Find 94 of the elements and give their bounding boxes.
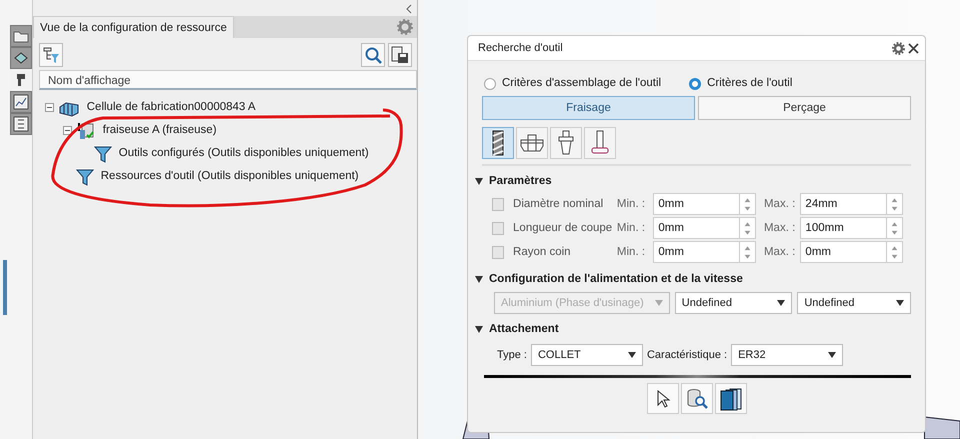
dropdown[interactable]: COLLET (530, 344, 643, 366)
tool-type-button[interactable] (516, 127, 548, 160)
database-search-button[interactable] (680, 383, 712, 414)
checkbox[interactable] (492, 198, 504, 211)
tool-type-button[interactable] (482, 127, 514, 160)
collapse-toggle[interactable] (475, 326, 483, 333)
tree-item[interactable]: Outils configurés (Outils disponibles uniquement) (118, 144, 369, 162)
field-label: Type : (497, 348, 527, 363)
max-label: Max. : (764, 196, 796, 212)
field-value: 24mm (805, 196, 838, 212)
caret-icon (777, 300, 786, 306)
radio-option[interactable]: Critères d'assemblage de l'outil (484, 75, 662, 92)
side-tab[interactable] (10, 47, 32, 69)
save-button[interactable] (388, 43, 412, 67)
min-label: Min. : (616, 196, 646, 212)
tab[interactable]: Fraisage (482, 96, 695, 120)
close-icon (908, 42, 919, 54)
field-value: 0mm (805, 244, 831, 260)
caret-icon (475, 276, 483, 283)
selection-marker (3, 260, 7, 315)
tree-item[interactable]: Cellule de fabrication00000843 A (86, 98, 256, 116)
part-icon (13, 50, 29, 66)
settings-icon (892, 42, 906, 54)
caret-icon (628, 352, 636, 358)
tool-holder-icon (557, 130, 575, 156)
dialog-title: Recherche d'outil (478, 40, 563, 56)
tool-type-button[interactable] (550, 127, 582, 160)
max-label: Max. : (764, 244, 796, 260)
dropdown[interactable]: Undefined (797, 292, 911, 314)
spin-field[interactable]: 0mm (653, 217, 756, 240)
spin-field[interactable]: 24mm (800, 193, 904, 216)
side-tab[interactable] (10, 91, 32, 113)
collapse-icon (405, 4, 413, 14)
min-label: Min. : (616, 244, 646, 260)
database-search-icon (686, 388, 708, 410)
search-icon (364, 46, 382, 64)
filter-icon (94, 144, 112, 162)
expander-icon[interactable] (45, 103, 54, 112)
caret-icon (654, 300, 663, 306)
field-value: 0mm (658, 220, 684, 236)
field-value: 0mm (658, 196, 684, 212)
section-title: Configuration de l'alimentation et de la vitesse (489, 272, 743, 287)
machine-icon (76, 120, 96, 140)
pointer-button[interactable] (646, 383, 678, 414)
t-slot-cutter-icon (590, 130, 610, 156)
field-label: Caractéristique : (646, 348, 728, 363)
tree-item[interactable]: Ressources d'outil (Outils disponibles uniquement) (100, 168, 359, 186)
checkbox[interactable] (492, 246, 504, 259)
min-label: Min. : (616, 220, 646, 236)
expander-icon[interactable] (63, 126, 72, 135)
folder-icon (13, 29, 29, 43)
caret-icon (896, 300, 904, 306)
dropdown[interactable]: ER32 (731, 344, 844, 366)
face-mill-icon (519, 134, 545, 152)
caret-icon (828, 352, 836, 358)
caret-icon (475, 326, 483, 333)
checkbox[interactable] (492, 222, 504, 235)
filter-icon (76, 168, 94, 186)
column-header[interactable]: Nom d'affichage (39, 70, 417, 90)
collapse-toggle[interactable] (475, 178, 483, 185)
save-icon (391, 46, 409, 64)
list-icon (13, 116, 29, 132)
caret-icon (475, 178, 483, 185)
tool-type-button[interactable] (584, 127, 616, 160)
filter-tree-button[interactable] (39, 43, 63, 67)
end-mill-icon (490, 130, 506, 156)
search-button[interactable] (361, 43, 386, 67)
tree-filter-icon (42, 46, 60, 64)
spin-field[interactable]: 0mm (653, 241, 756, 264)
parameter-label: Rayon coin (513, 244, 572, 260)
spin-field[interactable]: 0mm (800, 241, 904, 264)
spin-field[interactable]: 100mm (800, 217, 904, 240)
machine-icon (14, 72, 28, 88)
field-value: 0mm (658, 244, 684, 260)
parameter-label: Diamètre nominal (513, 196, 604, 212)
book-stack-icon (718, 386, 742, 411)
tree-item[interactable]: fraiseuse A (fraiseuse) (102, 122, 217, 140)
section-title: Attachement (489, 322, 559, 337)
collapse-toggle[interactable] (475, 276, 483, 283)
spin-field[interactable]: 0mm (653, 193, 756, 216)
field-value: 100mm (805, 220, 844, 236)
chart-icon (13, 94, 29, 110)
max-label: Max. : (764, 220, 796, 236)
parameter-label: Longueur de coupe (513, 220, 614, 236)
radio-option[interactable]: Critères de l'outil (689, 75, 792, 92)
side-tab[interactable] (10, 113, 32, 135)
tab[interactable]: Perçage (698, 96, 911, 120)
library-button[interactable] (714, 383, 746, 414)
panel-title[interactable]: Vue de la configuration de ressource (33, 16, 234, 38)
side-tab[interactable] (10, 25, 32, 47)
settings-icon (397, 19, 413, 36)
dropdown[interactable]: Undefined (674, 292, 792, 314)
pointer-icon (654, 390, 670, 408)
section-title: Paramètres (489, 174, 552, 189)
